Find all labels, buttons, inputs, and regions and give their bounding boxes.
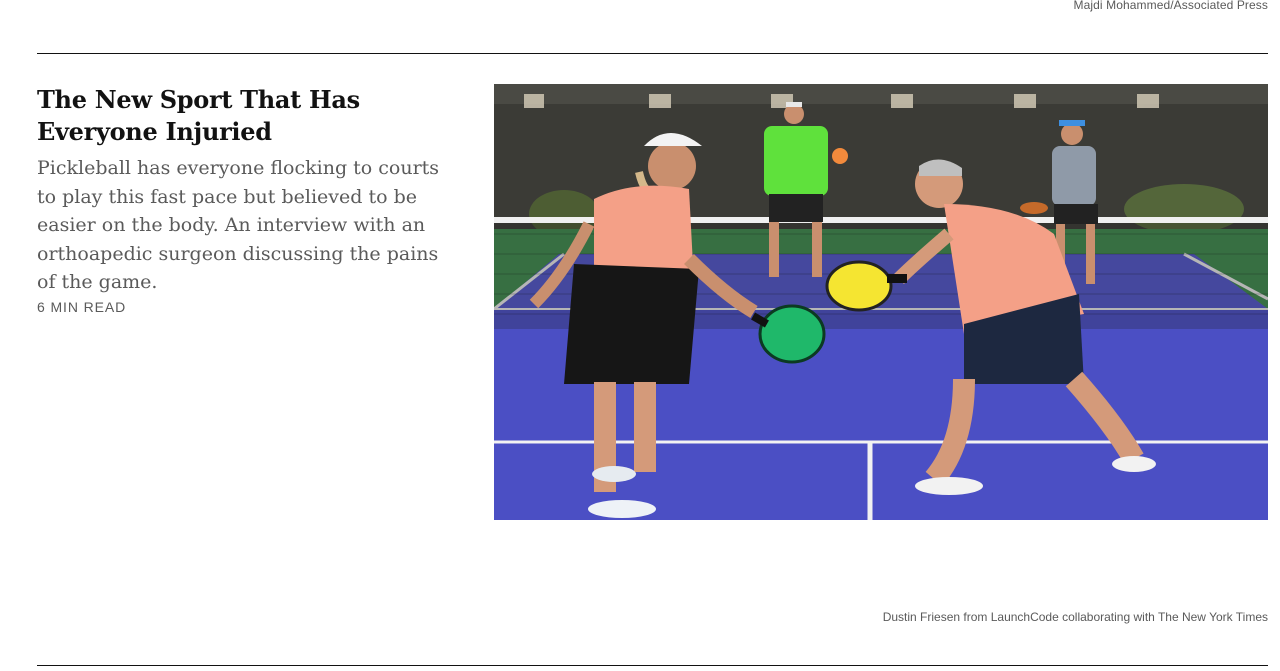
section-divider-bottom — [37, 665, 1268, 666]
read-time: 6 MIN READ — [37, 298, 127, 315]
article-photo[interactable] — [494, 84, 1268, 520]
article-headline[interactable]: The New Sport That Has Everyone Injuried — [37, 84, 457, 148]
article-summary: Pickleball has everyone flocking to cour… — [37, 157, 440, 293]
article-story[interactable]: The New Sport That Has Everyone Injuried… — [37, 84, 457, 315]
photo-credit: Dustin Friesen from LaunchCode collabora… — [882, 610, 1268, 624]
section-divider-top — [37, 53, 1268, 54]
pickleball-photo-illustration — [494, 84, 1268, 520]
top-photo-credit: Majdi Mohammed/Associated Press — [1073, 0, 1268, 12]
